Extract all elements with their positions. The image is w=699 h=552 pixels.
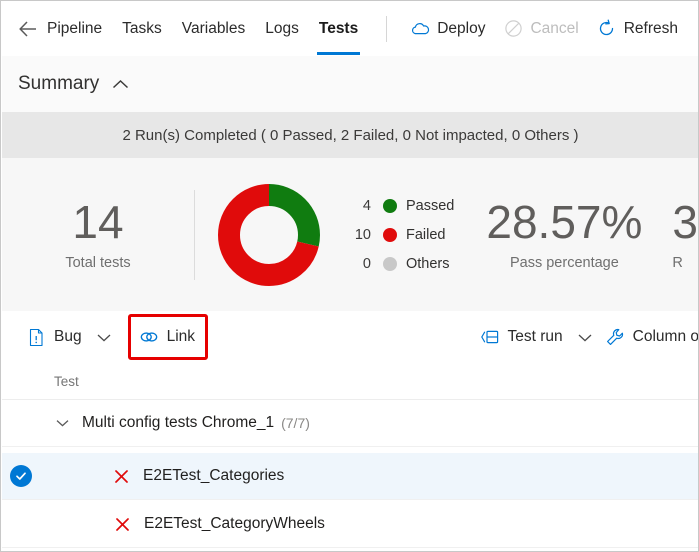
nav-tab-variables[interactable]: Variables: [172, 8, 255, 50]
total-tests-label: Total tests: [65, 255, 131, 272]
nav-tab-pipeline-label: Pipeline: [47, 19, 103, 37]
test-group-row[interactable]: Multi config tests Chrome_1 (7/7): [2, 400, 698, 447]
column-options-label: Column o: [632, 328, 699, 345]
test-results-page: Pipeline Tasks Variables Logs Tests Depl…: [0, 0, 699, 552]
legend-others-dot-icon: [383, 256, 397, 271]
test-run-chevron-down-icon[interactable]: [577, 332, 593, 343]
column-options-button[interactable]: Column o: [599, 321, 699, 353]
test-name[interactable]: E2ETest_Categories: [143, 467, 284, 485]
nav-tab-variables-label: Variables: [181, 19, 246, 37]
legend-others-count: 0: [362, 255, 371, 272]
column-header-test[interactable]: Test: [54, 374, 79, 389]
table-row[interactable]: E2ETest_CategoryWheels: [2, 501, 698, 548]
deploy-label: Deploy: [437, 19, 486, 37]
link-button[interactable]: Link: [139, 321, 195, 353]
summary-title: Summary: [18, 73, 100, 94]
bug-label: Bug: [54, 328, 82, 345]
legend-failed-label: Failed: [406, 226, 446, 243]
legend-failed-dot-icon: [383, 227, 397, 242]
chevron-up-icon[interactable]: [111, 78, 130, 91]
pass-percentage-value: 28.57%: [486, 195, 643, 248]
failed-x-icon: [113, 515, 131, 533]
summary-stats-strip: 14 Total tests 4 Passed 10 Failed 0 Othe…: [2, 158, 698, 311]
legend-item-others: 0 Others: [347, 254, 454, 274]
run-status-text: 2 Run(s) Completed ( 0 Passed, 2 Failed,…: [122, 126, 579, 144]
test-name[interactable]: E2ETest_CategoryWheels: [144, 515, 325, 533]
nav-tab-logs-label: Logs: [265, 19, 299, 37]
test-run-label: Test run: [507, 328, 563, 345]
summary-section-header[interactable]: Summary: [2, 56, 698, 112]
cloud-icon: [410, 19, 430, 39]
group-chevron-down-icon[interactable]: [52, 418, 72, 428]
top-navigation-bar: Pipeline Tasks Variables Logs Tests Depl…: [1, 1, 698, 56]
third-stat-value: 3: [672, 195, 698, 248]
test-list-column-header: Test: [2, 363, 698, 400]
stat-divider-1: [194, 189, 195, 280]
test-run-button[interactable]: Test run: [474, 321, 599, 353]
legend-item-failed: 10 Failed: [347, 225, 454, 245]
outcome-donut-chart: [217, 183, 321, 287]
row-selected-check-icon[interactable]: [10, 465, 32, 487]
link-button-highlight: Link: [127, 314, 209, 360]
results-action-toolbar: Bug Link Test run Column o: [2, 311, 699, 363]
legend-passed-count: 4: [362, 197, 371, 214]
chart-legend: 4 Passed 10 Failed 0 Others: [347, 196, 455, 274]
legend-failed-count: 10: [354, 226, 371, 243]
test-group-name: Multi config tests Chrome_1: [82, 414, 275, 431]
wrench-icon: [605, 327, 625, 347]
total-tests-stat: 14 Total tests: [2, 195, 194, 272]
nav-tab-tests[interactable]: Tests: [309, 8, 368, 55]
nav-tab-pipeline[interactable]: Pipeline: [43, 8, 112, 50]
pass-percentage-label: Pass percentage: [509, 255, 619, 272]
cancel-button[interactable]: Cancel: [494, 12, 587, 46]
test-group-count: (7/7): [281, 415, 310, 431]
legend-item-passed: 4 Passed: [347, 196, 454, 216]
failed-x-icon: [112, 467, 130, 485]
bug-button[interactable]: Bug: [20, 321, 118, 353]
toolbar-right-group: Test run Column o: [474, 321, 699, 353]
deploy-button[interactable]: Deploy: [401, 12, 494, 46]
cancel-label: Cancel: [530, 19, 579, 37]
refresh-button[interactable]: Refresh: [588, 12, 687, 46]
third-stat-partial: 3 R: [672, 195, 698, 272]
nav-tab-tasks[interactable]: Tasks: [112, 8, 172, 50]
cancel-circle-slash-icon: [503, 19, 523, 39]
back-arrow-icon[interactable]: [15, 16, 41, 42]
legend-passed-label: Passed: [406, 197, 455, 214]
table-row[interactable]: E2ETest_Categories: [2, 453, 698, 500]
run-status-banner: 2 Run(s) Completed ( 0 Passed, 2 Failed,…: [2, 112, 698, 158]
legend-passed-dot-icon: [383, 198, 397, 213]
refresh-label: Refresh: [623, 19, 678, 37]
refresh-icon: [597, 19, 617, 39]
total-tests-value: 14: [72, 195, 124, 248]
nav-tab-logs[interactable]: Logs: [255, 8, 309, 50]
test-run-panel-icon: [480, 327, 500, 347]
bug-file-icon: [26, 327, 46, 347]
link-icon: [139, 327, 159, 347]
nav-tab-tests-label: Tests: [318, 19, 359, 37]
pass-percentage-stat: 28.57% Pass percentage: [486, 195, 643, 272]
nav-tab-tasks-label: Tasks: [122, 19, 162, 37]
bug-chevron-down-icon[interactable]: [96, 332, 112, 343]
third-stat-label: R: [672, 255, 683, 272]
link-label: Link: [166, 328, 196, 345]
toolbar-divider: [386, 15, 388, 42]
legend-others-label: Others: [406, 255, 450, 272]
